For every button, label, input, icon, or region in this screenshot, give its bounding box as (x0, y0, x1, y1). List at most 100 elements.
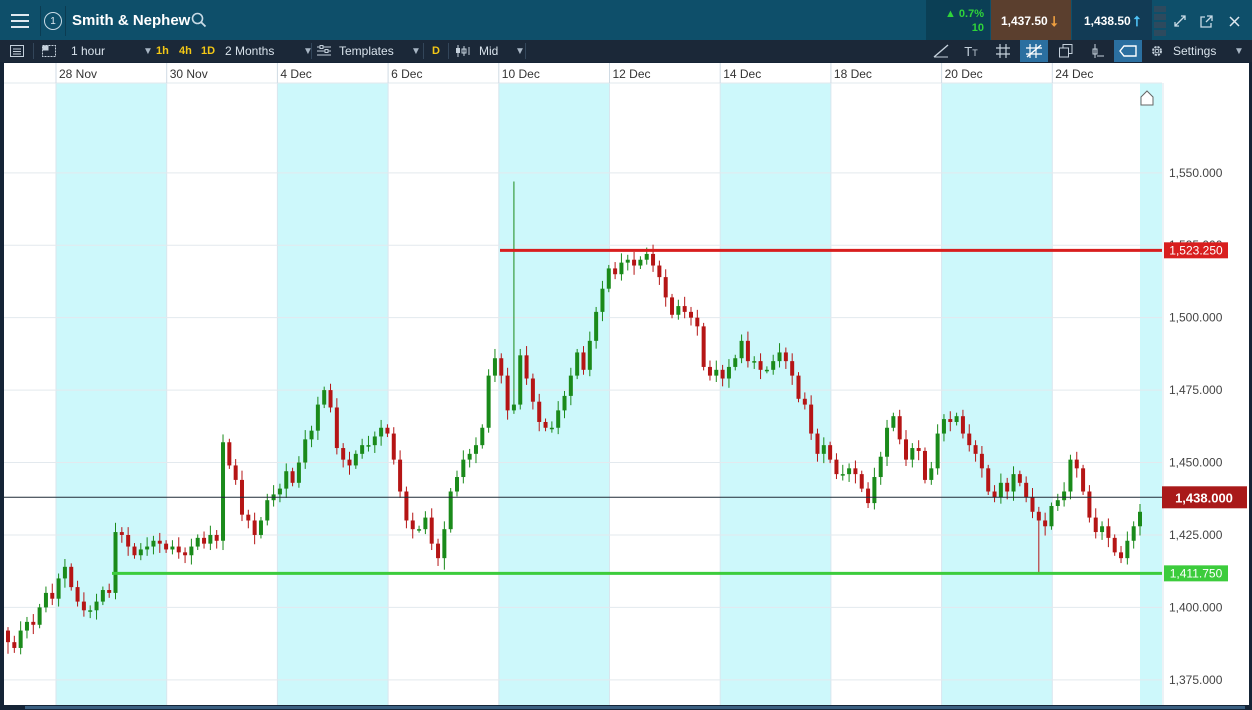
candle-body (910, 448, 915, 460)
resistance-price-label: 1,523.250 (1169, 243, 1223, 257)
candle-body (847, 468, 852, 475)
price-tick-label: 1,425.000 (1169, 528, 1223, 542)
candle-body (1125, 540, 1130, 559)
candle-body (1119, 552, 1124, 559)
candle-body (1138, 511, 1142, 527)
candle-body (385, 427, 390, 434)
candle-body (157, 540, 162, 544)
layout-icon (42, 45, 56, 57)
candle-body (777, 352, 782, 362)
candle-body (132, 546, 137, 556)
candle-body (866, 488, 871, 504)
text-tool-icon: TT (964, 43, 978, 59)
candle-body (720, 369, 725, 379)
candle-body (954, 416, 959, 422)
candle-body (258, 520, 263, 535)
candle-body (341, 448, 346, 460)
candle-body (948, 419, 953, 422)
quick-interval-1h[interactable]: 1h (156, 40, 169, 62)
indicator-icon (1092, 44, 1104, 58)
candle-body (872, 477, 877, 504)
layout-button[interactable] (36, 40, 62, 62)
date-tick-label: 10 Dec (502, 67, 540, 81)
candle-body (296, 462, 301, 483)
candle-body (284, 471, 289, 489)
price-chart[interactable]: 28 Nov 30 Nov 4 Dec 6 Dec 10 Dec 12 Dec 14 Dec… (4, 63, 1249, 705)
candle-body (575, 352, 580, 376)
candle-body (183, 552, 188, 556)
instrument-name[interactable]: Smith & Nephew (72, 12, 190, 29)
draw-line-button[interactable] (927, 40, 955, 62)
candle-body (347, 459, 352, 466)
candle-body (43, 592, 48, 608)
instrument-number-button[interactable]: 1 (41, 0, 65, 42)
candle-body (885, 427, 890, 457)
candle-body (423, 517, 428, 530)
sell-button[interactable]: 1,437.50 ⭣ (991, 0, 1071, 42)
templates-icon (317, 45, 331, 56)
close-button[interactable] (1222, 0, 1246, 42)
candle-body (992, 491, 997, 498)
d-toggle[interactable]: D (432, 40, 440, 62)
list-icon (10, 45, 24, 57)
candle-body (50, 592, 55, 599)
popout-button[interactable] (1194, 0, 1218, 42)
candle-body (303, 439, 308, 463)
candle-body (568, 375, 573, 396)
candle-body (372, 436, 377, 446)
candle-body (809, 404, 814, 434)
session-shade (1140, 83, 1162, 705)
compare-button[interactable] (1052, 40, 1080, 62)
candle-body (1024, 482, 1029, 498)
candle-body (549, 427, 554, 430)
indicator-button[interactable] (1084, 40, 1112, 62)
interval-label: 1 hour (71, 44, 106, 58)
change-points: 10 (971, 22, 984, 34)
candle-body (897, 416, 902, 440)
buy-button[interactable]: 1,438.50 ⭡ (1072, 0, 1152, 42)
price-tick-label: 1,500.000 (1169, 311, 1223, 325)
candle-body (815, 433, 820, 454)
chart-scrollbar[interactable] (25, 706, 1245, 709)
settings-dropdown[interactable]: Settings ▼ (1150, 40, 1250, 62)
divider (311, 43, 312, 59)
date-tick-label: 6 Dec (391, 67, 422, 81)
candle-body (1112, 537, 1117, 553)
candle-body (821, 445, 826, 454)
candle-body (461, 459, 466, 478)
grid-toggle-button[interactable] (989, 40, 1017, 62)
candle-body (904, 439, 909, 460)
candle-body (164, 543, 169, 550)
candle-body (511, 404, 516, 411)
price-label-toggle-button[interactable] (1114, 40, 1142, 62)
expand-button[interactable] (1168, 0, 1192, 42)
list-view-button[interactable] (4, 40, 30, 62)
date-tick-label: 14 Dec (723, 67, 761, 81)
quick-interval-1d[interactable]: 1D (201, 40, 215, 62)
interval-dropdown[interactable]: 1 hour ▼ (71, 40, 153, 62)
candle-body (960, 416, 965, 434)
price-mode-dropdown[interactable]: Mid ▼ (455, 40, 525, 62)
quick-interval-4h[interactable]: 4h (179, 40, 192, 62)
title-bar: 1 Smith & Nephew ▲ 0.7% 10 1,437.50 ⭣ 1,… (0, 0, 1252, 43)
arrow-down-icon: ⭣ (1050, 12, 1058, 29)
candle-body (360, 445, 365, 454)
candle-body (651, 253, 656, 266)
candle-body (94, 601, 99, 611)
candle-body (796, 375, 801, 399)
text-tool-button[interactable]: TT (957, 40, 985, 62)
candle-body (277, 488, 282, 495)
range-dropdown[interactable]: 2 Months ▼ (225, 40, 313, 62)
divider (65, 6, 66, 36)
candle-body (126, 534, 131, 547)
candle-body (221, 442, 226, 541)
menu-button[interactable] (0, 0, 40, 42)
change-percent: ▲ 0.7% (944, 8, 984, 20)
candle-body (151, 540, 156, 547)
crosshair-toggle-button[interactable] (1020, 40, 1048, 62)
templates-dropdown[interactable]: Templates ▼ (317, 40, 421, 62)
candle-body (701, 326, 706, 367)
candle-body (935, 433, 940, 469)
search-icon[interactable] (191, 12, 207, 28)
candle-body (613, 268, 618, 275)
